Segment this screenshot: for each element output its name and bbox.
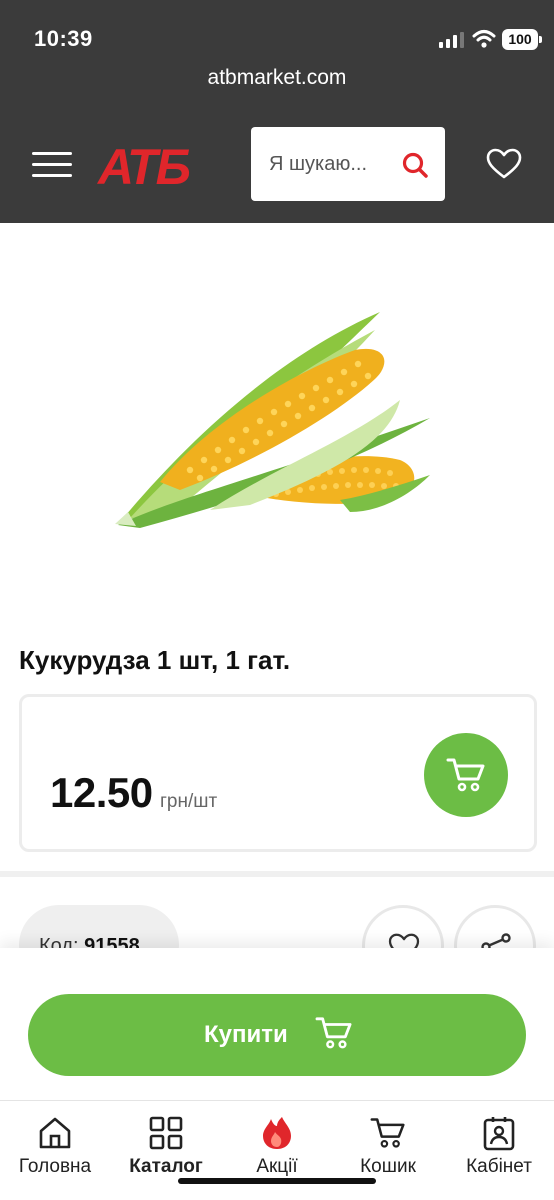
nav-label-profile: Кабінет [466,1156,532,1177]
search-icon[interactable] [401,151,429,179]
browser-url[interactable]: atbmarket.com [0,66,554,90]
status-bar: 10:39 100 [0,0,554,70]
nav-label-catalog: Каталог [129,1156,203,1177]
svg-text:АТБ: АТБ [96,140,190,188]
profile-icon [483,1117,515,1151]
price-unit: грн/шт [160,791,218,812]
price-value: 12.50 [50,769,153,816]
cart-icon [446,758,485,792]
bottom-nav: Головна Каталог Акції Кошик Кабінет [0,1100,554,1200]
atb-logo[interactable]: АТБ [96,140,220,188]
status-time: 10:39 [34,26,93,51]
nav-label-promotions: Акції [256,1156,298,1177]
menu-icon[interactable] [32,152,72,178]
search-placeholder: Я шукаю... [269,153,368,175]
battery-indicator: 100 [502,29,542,50]
nav-label-home: Головна [18,1156,92,1177]
product-title: Кукурудза 1 шт, 1 гат. [19,645,291,675]
nav-item-profile[interactable]: Кабінет [449,1101,549,1200]
price-card: 12.50 грн/шт [19,694,537,852]
cart-icon [370,1118,405,1148]
home-icon [39,1117,71,1149]
grid-icon [149,1116,183,1150]
section-divider [0,871,554,877]
home-indicator [178,1178,376,1184]
heart-icon[interactable] [486,148,522,180]
nav-item-home[interactable]: Головна [5,1101,105,1200]
product-image [115,312,430,528]
buy-sheet: Купити [0,948,554,1100]
buy-button-label: Купити [204,1021,288,1048]
signal-icon [439,32,464,48]
add-to-cart-button[interactable] [424,733,508,817]
wifi-icon [472,30,496,48]
top-header: 10:39 100 atbmarket.com АТБ Я шукаю... [0,0,554,223]
nav-item-cart[interactable]: Кошик [338,1101,438,1200]
nav-label-cart: Кошик [360,1156,416,1177]
fire-icon [263,1117,291,1149]
buy-button[interactable]: Купити [28,994,526,1076]
nav-item-catalog[interactable]: Каталог [116,1101,216,1200]
search-input[interactable]: Я шукаю... [251,127,445,201]
nav-item-promotions[interactable]: Акції [227,1101,327,1200]
cart-icon [315,1017,352,1049]
